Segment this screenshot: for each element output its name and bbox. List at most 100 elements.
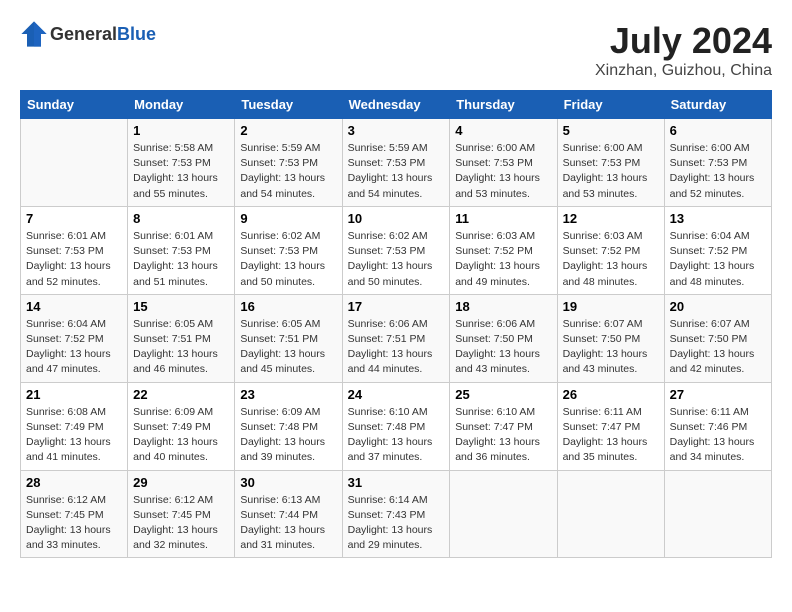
calendar-cell: 31Sunrise: 6:14 AMSunset: 7:43 PMDayligh… xyxy=(342,470,450,558)
calendar-cell: 9 Sunrise: 6:02 AMSunset: 7:53 PMDaylight… xyxy=(235,206,342,294)
day-info: Sunrise: 5:59 AMSunset: 7:53 PMDaylight:… xyxy=(240,141,336,202)
day-info: Sunrise: 6:02 AMSunset: 7:53 PMDaylight:… xyxy=(240,229,336,290)
calendar-cell: 17 Sunrise: 6:06 AMSunset: 7:51 PMDayligh… xyxy=(342,294,450,382)
calendar-cell: 11 Sunrise: 6:03 AMSunset: 7:52 PMDayligh… xyxy=(450,206,557,294)
calendar-cell: 20Sunrise: 6:07 AMSunset: 7:50 PMDayligh… xyxy=(664,294,771,382)
weekday-header-thursday: Thursday xyxy=(450,91,557,119)
day-number: 28 xyxy=(26,475,122,490)
calendar-week-row: 14Sunrise: 6:04 AMSunset: 7:52 PMDayligh… xyxy=(21,294,772,382)
calendar-cell: 26Sunrise: 6:11 AMSunset: 7:47 PMDayligh… xyxy=(557,382,664,470)
page-header: GeneralBlue July 2024 Xinzhan, Guizhou, … xyxy=(20,20,772,80)
location-subtitle: Xinzhan, Guizhou, China xyxy=(595,62,772,80)
day-info: Sunrise: 6:10 AMSunset: 7:48 PMDaylight:… xyxy=(348,405,445,466)
calendar-cell xyxy=(557,470,664,558)
day-number: 5 xyxy=(563,123,659,138)
calendar-cell: 6 Sunrise: 6:00 AMSunset: 7:53 PMDaylight… xyxy=(664,119,771,207)
day-info: Sunrise: 6:06 AMSunset: 7:51 PMDaylight:… xyxy=(348,317,445,378)
calendar-week-row: 7 Sunrise: 6:01 AMSunset: 7:53 PMDaylight… xyxy=(21,206,772,294)
day-info: Sunrise: 6:05 AMSunset: 7:51 PMDaylight:… xyxy=(133,317,229,378)
day-number: 9 xyxy=(240,211,336,226)
day-info: Sunrise: 6:09 AMSunset: 7:48 PMDaylight:… xyxy=(240,405,336,466)
day-number: 11 xyxy=(455,211,551,226)
day-info: Sunrise: 6:00 AMSunset: 7:53 PMDaylight:… xyxy=(455,141,551,202)
day-number: 6 xyxy=(670,123,766,138)
calendar-cell: 10 Sunrise: 6:02 AMSunset: 7:53 PMDayligh… xyxy=(342,206,450,294)
calendar-cell: 13Sunrise: 6:04 AMSunset: 7:52 PMDayligh… xyxy=(664,206,771,294)
logo-icon xyxy=(20,20,48,48)
weekday-header-wednesday: Wednesday xyxy=(342,91,450,119)
calendar-cell: 14Sunrise: 6:04 AMSunset: 7:52 PMDayligh… xyxy=(21,294,128,382)
day-info: Sunrise: 6:01 AMSunset: 7:53 PMDaylight:… xyxy=(26,229,122,290)
title-area: July 2024 Xinzhan, Guizhou, China xyxy=(595,20,772,80)
day-info: Sunrise: 6:01 AMSunset: 7:53 PMDaylight:… xyxy=(133,229,229,290)
day-number: 3 xyxy=(348,123,445,138)
weekday-header-sunday: Sunday xyxy=(21,91,128,119)
day-number: 22 xyxy=(133,387,229,402)
day-number: 7 xyxy=(26,211,122,226)
calendar-cell: 29 Sunrise: 6:12 AMSunset: 7:45 PMDayligh… xyxy=(128,470,235,558)
day-info: Sunrise: 5:59 AMSunset: 7:53 PMDaylight:… xyxy=(348,141,445,202)
weekday-header-row: SundayMondayTuesdayWednesdayThursdayFrid… xyxy=(21,91,772,119)
calendar-cell: 21Sunrise: 6:08 AMSunset: 7:49 PMDayligh… xyxy=(21,382,128,470)
day-info: Sunrise: 6:04 AMSunset: 7:52 PMDaylight:… xyxy=(670,229,766,290)
calendar-cell: 8 Sunrise: 6:01 AMSunset: 7:53 PMDaylight… xyxy=(128,206,235,294)
month-year-title: July 2024 xyxy=(595,20,772,62)
calendar-week-row: 1Sunrise: 5:58 AMSunset: 7:53 PMDaylight… xyxy=(21,119,772,207)
day-number: 10 xyxy=(348,211,445,226)
calendar-cell: 16Sunrise: 6:05 AMSunset: 7:51 PMDayligh… xyxy=(235,294,342,382)
day-info: Sunrise: 6:13 AMSunset: 7:44 PMDaylight:… xyxy=(240,493,336,554)
day-number: 4 xyxy=(455,123,551,138)
calendar-cell xyxy=(664,470,771,558)
calendar-cell: 12 Sunrise: 6:03 AMSunset: 7:52 PMDayligh… xyxy=(557,206,664,294)
calendar-cell: 25Sunrise: 6:10 AMSunset: 7:47 PMDayligh… xyxy=(450,382,557,470)
calendar-cell: 4 Sunrise: 6:00 AMSunset: 7:53 PMDaylight… xyxy=(450,119,557,207)
day-info: Sunrise: 6:12 AMSunset: 7:45 PMDaylight:… xyxy=(133,493,229,554)
day-info: Sunrise: 6:03 AMSunset: 7:52 PMDaylight:… xyxy=(455,229,551,290)
day-number: 23 xyxy=(240,387,336,402)
day-number: 31 xyxy=(348,475,445,490)
calendar-cell: 3 Sunrise: 5:59 AMSunset: 7:53 PMDaylight… xyxy=(342,119,450,207)
logo: GeneralBlue xyxy=(20,20,156,48)
calendar-cell: 2 Sunrise: 5:59 AMSunset: 7:53 PMDaylight… xyxy=(235,119,342,207)
day-info: Sunrise: 6:06 AMSunset: 7:50 PMDaylight:… xyxy=(455,317,551,378)
day-info: Sunrise: 6:07 AMSunset: 7:50 PMDaylight:… xyxy=(670,317,766,378)
day-info: Sunrise: 6:10 AMSunset: 7:47 PMDaylight:… xyxy=(455,405,551,466)
day-number: 17 xyxy=(348,299,445,314)
day-info: Sunrise: 5:58 AMSunset: 7:53 PMDaylight:… xyxy=(133,141,229,202)
day-info: Sunrise: 6:12 AMSunset: 7:45 PMDaylight:… xyxy=(26,493,122,554)
day-info: Sunrise: 6:11 AMSunset: 7:46 PMDaylight:… xyxy=(670,405,766,466)
day-number: 16 xyxy=(240,299,336,314)
calendar-table: SundayMondayTuesdayWednesdayThursdayFrid… xyxy=(20,90,772,558)
calendar-cell: 30Sunrise: 6:13 AMSunset: 7:44 PMDayligh… xyxy=(235,470,342,558)
calendar-cell: 28 Sunrise: 6:12 AMSunset: 7:45 PMDayligh… xyxy=(21,470,128,558)
calendar-cell: 5Sunrise: 6:00 AMSunset: 7:53 PMDaylight… xyxy=(557,119,664,207)
day-number: 19 xyxy=(563,299,659,314)
calendar-cell: 23 Sunrise: 6:09 AMSunset: 7:48 PMDayligh… xyxy=(235,382,342,470)
day-number: 27 xyxy=(670,387,766,402)
day-number: 29 xyxy=(133,475,229,490)
calendar-cell: 7 Sunrise: 6:01 AMSunset: 7:53 PMDaylight… xyxy=(21,206,128,294)
day-number: 21 xyxy=(26,387,122,402)
day-info: Sunrise: 6:03 AMSunset: 7:52 PMDaylight:… xyxy=(563,229,659,290)
calendar-cell xyxy=(21,119,128,207)
weekday-header-saturday: Saturday xyxy=(664,91,771,119)
calendar-body: 1Sunrise: 5:58 AMSunset: 7:53 PMDaylight… xyxy=(21,119,772,558)
day-number: 24 xyxy=(348,387,445,402)
calendar-cell: 27 Sunrise: 6:11 AMSunset: 7:46 PMDayligh… xyxy=(664,382,771,470)
day-info: Sunrise: 6:09 AMSunset: 7:49 PMDaylight:… xyxy=(133,405,229,466)
day-number: 2 xyxy=(240,123,336,138)
day-number: 12 xyxy=(563,211,659,226)
calendar-week-row: 28 Sunrise: 6:12 AMSunset: 7:45 PMDayligh… xyxy=(21,470,772,558)
day-info: Sunrise: 6:00 AMSunset: 7:53 PMDaylight:… xyxy=(670,141,766,202)
calendar-cell xyxy=(450,470,557,558)
logo-text-blue: Blue xyxy=(117,24,156,44)
calendar-cell: 22 Sunrise: 6:09 AMSunset: 7:49 PMDayligh… xyxy=(128,382,235,470)
calendar-cell: 24 Sunrise: 6:10 AMSunset: 7:48 PMDayligh… xyxy=(342,382,450,470)
calendar-cell: 1Sunrise: 5:58 AMSunset: 7:53 PMDaylight… xyxy=(128,119,235,207)
weekday-header-friday: Friday xyxy=(557,91,664,119)
day-number: 26 xyxy=(563,387,659,402)
day-number: 8 xyxy=(133,211,229,226)
day-info: Sunrise: 6:02 AMSunset: 7:53 PMDaylight:… xyxy=(348,229,445,290)
day-info: Sunrise: 6:04 AMSunset: 7:52 PMDaylight:… xyxy=(26,317,122,378)
day-info: Sunrise: 6:07 AMSunset: 7:50 PMDaylight:… xyxy=(563,317,659,378)
